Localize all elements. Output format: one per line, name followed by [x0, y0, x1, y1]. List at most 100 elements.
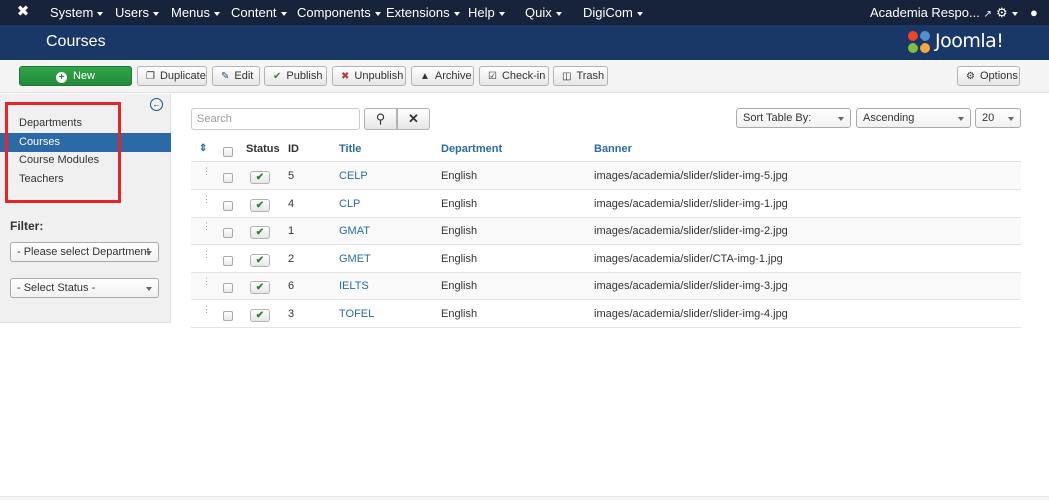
gear-icon: ⚙	[996, 5, 1008, 20]
cell-title-link[interactable]: GMAT	[339, 225, 370, 237]
cell-department: English	[441, 280, 478, 292]
new-button[interactable]: + New	[19, 66, 132, 86]
drag-handle-icon[interactable]: ⋮	[202, 195, 211, 209]
menu-digicom[interactable]: DigiCom	[583, 0, 643, 25]
column-header-status[interactable]: Status	[246, 143, 280, 155]
menu-label: Menus	[171, 5, 211, 20]
duplicate-button[interactable]: ❐ Duplicate	[137, 66, 207, 86]
menu-label: DigiCom	[583, 5, 633, 20]
drag-handle-icon[interactable]: ⋮	[202, 250, 211, 264]
table-header-divider	[191, 161, 1021, 162]
published-status-button[interactable]: ✔	[250, 226, 270, 239]
button-label: Trash	[576, 70, 605, 82]
row-checkbox[interactable]	[223, 283, 233, 293]
button-label: Check-in	[501, 70, 546, 82]
menu-label: Components	[297, 5, 371, 20]
button-label: Options	[979, 70, 1018, 82]
published-status-button[interactable]: ✔	[250, 171, 270, 184]
footer-strip	[0, 496, 1049, 500]
row-checkbox[interactable]	[223, 256, 233, 266]
cell-banner: images/academia/slider/slider-img-1.jpg	[594, 198, 788, 210]
clear-search-button[interactable]: ✕	[397, 108, 430, 130]
cell-id: 3	[288, 308, 295, 320]
published-status-button[interactable]: ✔	[250, 281, 270, 294]
chevron-down-icon	[1008, 117, 1014, 121]
button-label: Edit	[234, 70, 254, 82]
menu-components[interactable]: Components	[297, 0, 381, 25]
published-status-button[interactable]: ✔	[250, 254, 270, 267]
cell-title-link[interactable]: CLP	[339, 198, 360, 210]
site-link[interactable]: Academia Respo... ↗	[870, 0, 992, 25]
user-menu[interactable]: ●	[1030, 0, 1038, 25]
cell-title-link[interactable]: IELTS	[339, 280, 369, 292]
joomla-icon[interactable]: ✖	[14, 3, 32, 21]
trash-button[interactable]: ◫ Trash	[553, 66, 608, 86]
menu-quix[interactable]: Quix	[525, 0, 562, 25]
limit-select[interactable]: 20	[975, 108, 1021, 128]
cell-id: 1	[288, 225, 295, 237]
table-row: ⋮ ✔ 1 GMAT English images/academia/slide…	[191, 218, 1021, 245]
options-button[interactable]: ⚙ Options	[957, 66, 1020, 86]
menu-help[interactable]: Help	[468, 0, 505, 25]
settings-menu[interactable]: ⚙	[996, 0, 1018, 25]
edit-button[interactable]: ✎ Edit	[212, 66, 260, 86]
column-header-banner[interactable]: Banner	[594, 143, 632, 155]
drag-handle-icon[interactable]: ⋮	[202, 167, 211, 181]
select-all-checkbox[interactable]	[223, 147, 233, 157]
collapse-sidebar-icon[interactable]: ←	[150, 98, 163, 111]
direction-select[interactable]: Ascending	[856, 108, 971, 128]
joomla-logo-icon	[908, 31, 930, 53]
cell-id: 4	[288, 198, 295, 210]
menu-extensions[interactable]: Extensions	[386, 0, 460, 25]
published-status-button[interactable]: ✔	[250, 309, 270, 322]
drag-handle-icon[interactable]: ⋮	[202, 222, 211, 236]
cell-department: English	[441, 170, 478, 182]
button-label: Archive	[434, 70, 472, 82]
status-filter-select[interactable]: - Select Status -	[10, 278, 159, 298]
archive-icon: ▲	[420, 71, 430, 82]
cell-title-link[interactable]: CELP	[339, 170, 368, 182]
cell-department: English	[441, 308, 478, 320]
select-value: Ascending	[863, 112, 915, 124]
external-link-icon: ↗	[983, 9, 992, 20]
column-header-department[interactable]: Department	[441, 143, 502, 155]
menu-menus[interactable]: Menus	[171, 0, 221, 25]
menu-users[interactable]: Users	[115, 0, 159, 25]
filter-label: Filter:	[10, 219, 44, 233]
cell-title-link[interactable]: TOFEL	[339, 308, 374, 320]
published-status-button[interactable]: ✔	[250, 199, 270, 212]
drag-handle-icon[interactable]: ⋮	[202, 277, 211, 291]
table-row: ⋮ ✔ 3 TOFEL English images/academia/slid…	[191, 301, 1021, 328]
department-filter-select[interactable]: - Please select Department	[10, 242, 159, 262]
cell-title-link[interactable]: GMET	[339, 253, 371, 265]
menu-content[interactable]: Content	[231, 0, 287, 25]
row-checkbox[interactable]	[223, 311, 233, 321]
row-checkbox[interactable]	[223, 173, 233, 183]
select-value: - Please select Department	[17, 246, 150, 258]
publish-button[interactable]: ✔ Publish	[264, 66, 327, 86]
cell-id: 6	[288, 280, 295, 292]
table-row: ⋮ ✔ 2 GMET English images/academia/slide…	[191, 246, 1021, 273]
column-header-title[interactable]: Title	[339, 143, 361, 155]
copy-icon: ❐	[146, 71, 155, 82]
archive-button[interactable]: ▲ Archive	[411, 66, 474, 86]
search-button[interactable]: ⚲	[364, 108, 397, 130]
sort-by-select[interactable]: Sort Table By:	[736, 108, 851, 128]
site-name: Academia Respo...	[870, 5, 980, 20]
row-checkbox[interactable]	[223, 228, 233, 238]
row-checkbox[interactable]	[223, 201, 233, 211]
menu-label: Users	[115, 5, 149, 20]
search-input[interactable]	[191, 108, 360, 130]
table-row: ⋮ ✔ 4 CLP English images/academia/slider…	[191, 191, 1021, 218]
ordering-sort-icon[interactable]: ⇕	[199, 143, 207, 154]
cell-department: English	[441, 225, 478, 237]
select-value: - Select Status -	[17, 282, 96, 294]
column-header-id[interactable]: ID	[288, 143, 299, 155]
menu-system[interactable]: System	[50, 0, 104, 25]
checkin-button[interactable]: ☑ Check-in	[479, 66, 549, 86]
caret-down-icon	[374, 11, 381, 16]
drag-handle-icon[interactable]: ⋮	[202, 305, 211, 319]
caret-down-icon	[280, 11, 287, 16]
unpublish-button[interactable]: ✖ Unpublish	[332, 66, 406, 86]
cell-banner: images/academia/slider/slider-img-2.jpg	[594, 225, 788, 237]
